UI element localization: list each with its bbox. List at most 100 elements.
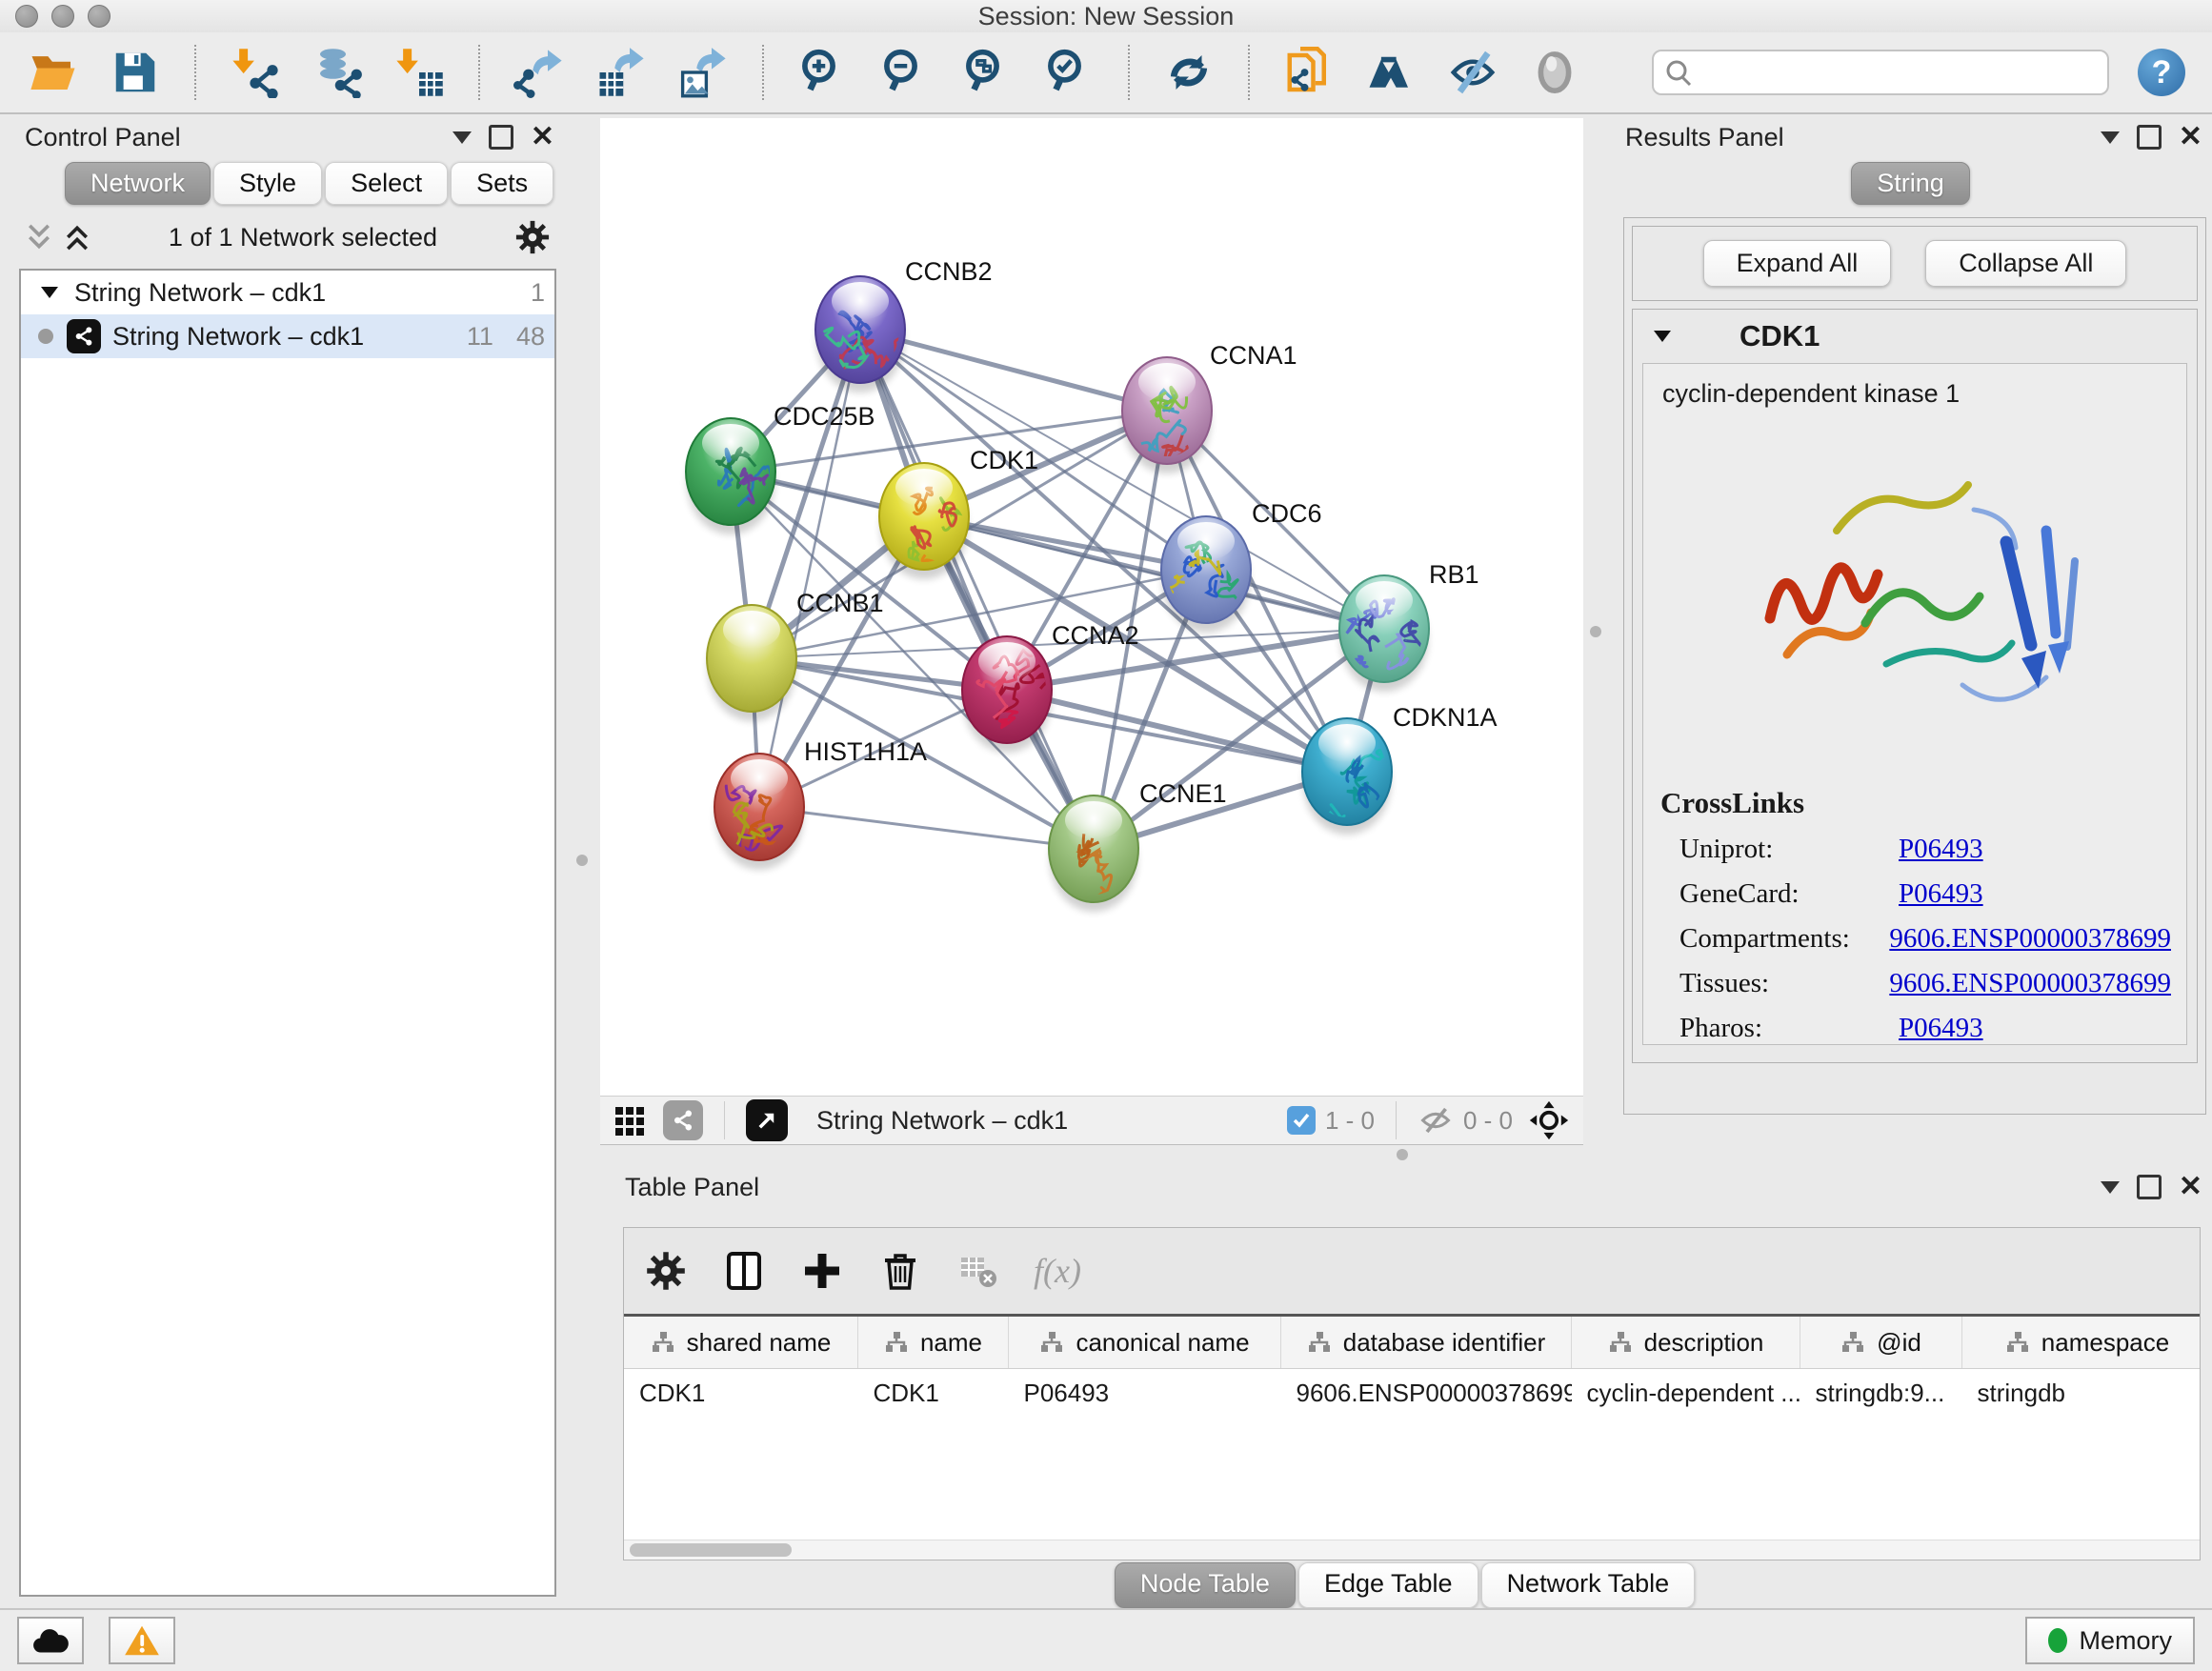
protein-section-body: cyclin-dependent kinase 1: [1642, 363, 2187, 1045]
network-edge[interactable]: [1007, 690, 1347, 772]
collapse-all-icon[interactable]: [25, 221, 53, 253]
column-header-description[interactable]: description: [1572, 1317, 1800, 1369]
expand-all-button[interactable]: Expand All: [1703, 240, 1892, 287]
section-expander-icon[interactable]: [1652, 329, 1673, 344]
show-columns-icon[interactable]: [721, 1248, 767, 1294]
birds-eye-view-icon[interactable]: [613, 1103, 648, 1137]
network-options-gear-icon[interactable]: [514, 219, 551, 255]
memory-label: Memory: [2079, 1626, 2172, 1656]
apply-layout-icon[interactable]: [1162, 46, 1216, 99]
network-row[interactable]: String Network – cdk1 11 48: [21, 314, 554, 358]
table-cell: stringdb: [1962, 1369, 2201, 1418]
toolbar-separator: [194, 45, 196, 100]
expand-all-icon[interactable]: [63, 221, 91, 253]
protein-structure-image: [1659, 418, 2171, 761]
tree-expander-icon[interactable]: [40, 285, 59, 300]
export-table-icon[interactable]: [594, 46, 648, 99]
new-network-from-selection-icon[interactable]: [1282, 46, 1336, 99]
network-edge[interactable]: [860, 330, 1094, 849]
vertical-splitter-handle[interactable]: [576, 855, 588, 866]
table-cell: 9606.ENSP00000378699: [1281, 1369, 1572, 1418]
pan-crosshair-icon[interactable]: [1528, 1099, 1570, 1141]
application-window: Session: New Session: [0, 0, 2212, 1671]
tab-network-table[interactable]: Network Table: [1481, 1562, 1696, 1608]
cloud-status-button[interactable]: [17, 1617, 84, 1664]
panel-menu-icon[interactable]: [2101, 1181, 2120, 1194]
column-header-shared-name[interactable]: shared name: [624, 1317, 858, 1369]
string-network-badge-icon[interactable]: [663, 1100, 703, 1140]
export-network-icon[interactable]: [513, 46, 566, 99]
tab-network[interactable]: Network: [65, 162, 211, 205]
tab-style[interactable]: Style: [213, 162, 322, 205]
protein-section-header[interactable]: CDK1: [1633, 310, 2197, 363]
open-file-icon[interactable]: [27, 46, 80, 99]
table-cell: CDK1: [624, 1369, 858, 1418]
crosslink-link[interactable]: P06493: [1899, 1013, 1983, 1044]
vertical-splitter-handle[interactable]: [1590, 626, 1601, 637]
zoom-in-icon[interactable]: [796, 46, 850, 99]
panel-close-icon[interactable]: ✕: [531, 123, 554, 151]
panel-close-icon[interactable]: ✕: [2179, 123, 2202, 151]
panel-menu-icon[interactable]: [2101, 131, 2120, 144]
panel-menu-icon[interactable]: [452, 131, 472, 144]
memory-button[interactable]: Memory: [2025, 1617, 2195, 1664]
crosslink-link[interactable]: P06493: [1899, 834, 1983, 865]
scrollbar-thumb[interactable]: [630, 1543, 792, 1557]
selected-checkbox-icon[interactable]: [1287, 1106, 1316, 1135]
column-header-canonical-name[interactable]: canonical name: [1009, 1317, 1281, 1369]
panel-float-icon[interactable]: [2137, 1175, 2162, 1199]
delete-column-trash-icon[interactable]: [877, 1248, 923, 1294]
crosslinks-list: Uniprot:P06493GeneCard:P06493Compartment…: [1659, 834, 2171, 1044]
import-network-from-database-icon[interactable]: [311, 46, 364, 99]
table-options-gear-icon[interactable]: [643, 1248, 689, 1294]
import-network-from-file-icon[interactable]: [229, 46, 282, 99]
open-in-new-window-icon[interactable]: [746, 1099, 788, 1141]
tab-edge-table[interactable]: Edge Table: [1298, 1562, 1478, 1608]
zoom-out-icon[interactable]: [878, 46, 932, 99]
column-header-database-identifier[interactable]: database identifier: [1281, 1317, 1572, 1369]
hide-selected-icon[interactable]: [1446, 46, 1499, 99]
search-box: [1652, 50, 2109, 95]
protein-name: CDK1: [1739, 319, 1820, 353]
network-label: String Network – cdk1: [112, 322, 364, 352]
tab-node-table[interactable]: Node Table: [1115, 1562, 1296, 1608]
panel-close-icon[interactable]: ✕: [2179, 1173, 2202, 1201]
collapse-all-button[interactable]: Collapse All: [1925, 240, 2126, 287]
horizontal-splitter-handle[interactable]: [1397, 1149, 1408, 1160]
find-binoculars-icon[interactable]: [1364, 46, 1418, 99]
column-header-name[interactable]: name: [858, 1317, 1009, 1369]
tab-string[interactable]: String: [1851, 162, 1970, 205]
crosslink-row: Uniprot:P06493: [1679, 834, 2171, 865]
table-cell: CDK1: [858, 1369, 1009, 1418]
crosslink-link[interactable]: P06493: [1899, 878, 1983, 910]
hidden-eye-icon: [1418, 1106, 1454, 1135]
separator: [724, 1101, 725, 1139]
column-header-@id[interactable]: @id: [1800, 1317, 1962, 1369]
network-canvas[interactable]: CCNB2CCNA1CDC25BCDK1CDC6RB1CCNB1CCNA2CDK…: [600, 118, 1583, 1096]
panel-float-icon[interactable]: [489, 125, 513, 150]
zoom-selected-icon[interactable]: [1042, 46, 1096, 99]
network-edge[interactable]: [759, 807, 1094, 849]
export-image-icon[interactable]: [676, 46, 730, 99]
tab-select[interactable]: Select: [325, 162, 448, 205]
tab-sets[interactable]: Sets: [451, 162, 553, 205]
column-header-namespace[interactable]: namespace: [1962, 1317, 2201, 1369]
warnings-button[interactable]: [109, 1617, 175, 1664]
control-panel-tabs: NetworkStyleSelectSets: [65, 162, 564, 205]
node-label-CCNE1: CCNE1: [1139, 779, 1227, 808]
panel-float-icon[interactable]: [2137, 125, 2162, 150]
help-button[interactable]: ?: [2138, 49, 2185, 96]
crosslink-label: Uniprot:: [1679, 834, 1899, 865]
save-session-icon[interactable]: [109, 46, 162, 99]
node-label-CDK1: CDK1: [970, 446, 1038, 474]
add-column-icon[interactable]: [799, 1248, 845, 1294]
import-table-from-file-icon[interactable]: [392, 46, 446, 99]
crosslink-link[interactable]: 9606.ENSP00000378699: [1889, 923, 2171, 955]
table-row[interactable]: CDK1CDK1P064939606.ENSP00000378699cyclin…: [624, 1369, 2200, 1418]
search-input[interactable]: [1652, 50, 2109, 95]
node-label-CCNB1: CCNB1: [796, 589, 884, 617]
zoom-fit-icon[interactable]: [960, 46, 1014, 99]
show-all-icon[interactable]: [1528, 46, 1581, 99]
crosslink-link[interactable]: 9606.ENSP00000378699: [1889, 968, 2171, 999]
network-collection-row[interactable]: String Network – cdk1 1: [21, 271, 554, 314]
